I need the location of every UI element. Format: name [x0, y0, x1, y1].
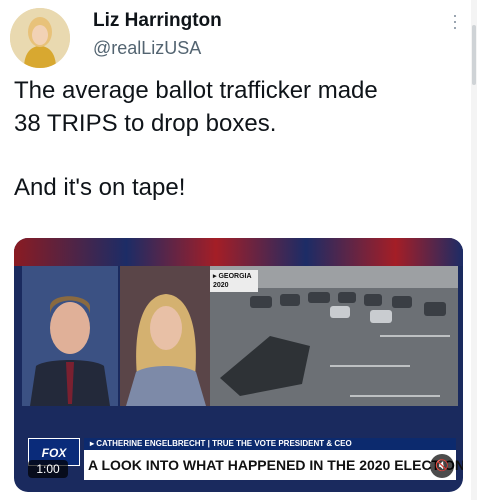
chyron-subtitle: ▸ CATHERINE ENGELBRECHT | TRUE THE VOTE …	[84, 438, 456, 450]
location-tag-line: ▸ GEORGIA	[213, 273, 252, 280]
avatar[interactable]	[10, 8, 70, 68]
scrollbar[interactable]	[471, 0, 477, 500]
video-timestamp: 1:00	[28, 460, 68, 478]
scrollbar-thumb[interactable]	[472, 25, 476, 85]
video-player[interactable]: ▸ GEORGIA 2020 ▸ CATHERINE ENGELBRECHT |…	[14, 238, 463, 492]
tweet-text-line: The average ballot trafficker made	[14, 77, 378, 104]
tweet-text-line: 38 TRIPS to drop boxes.	[14, 110, 277, 137]
location-tag: ▸ GEORGIA 2020	[210, 270, 258, 292]
speaker-muted-icon[interactable]: 🔇	[430, 454, 454, 478]
video-panel-guest	[120, 266, 212, 406]
chyron-headline: A LOOK INTO WHAT HAPPENED IN THE 2020 EL…	[84, 450, 463, 480]
location-tag-year: 2020	[213, 282, 229, 289]
video-panel-host	[22, 266, 118, 406]
tweet-card[interactable]: Liz Harrington @realLizUSA · · · The avera…	[0, 0, 477, 500]
more-options-icon[interactable]: · · ·	[449, 6, 461, 36]
author-handle[interactable]: @realLizUSA	[93, 38, 201, 59]
studio-background	[14, 238, 463, 266]
tweet-text: The average ballot trafficker made 38 TR…	[14, 74, 464, 204]
tweet-text-line: And it's on tape!	[14, 174, 186, 201]
author-display-name[interactable]: Liz Harrington	[93, 10, 222, 32]
